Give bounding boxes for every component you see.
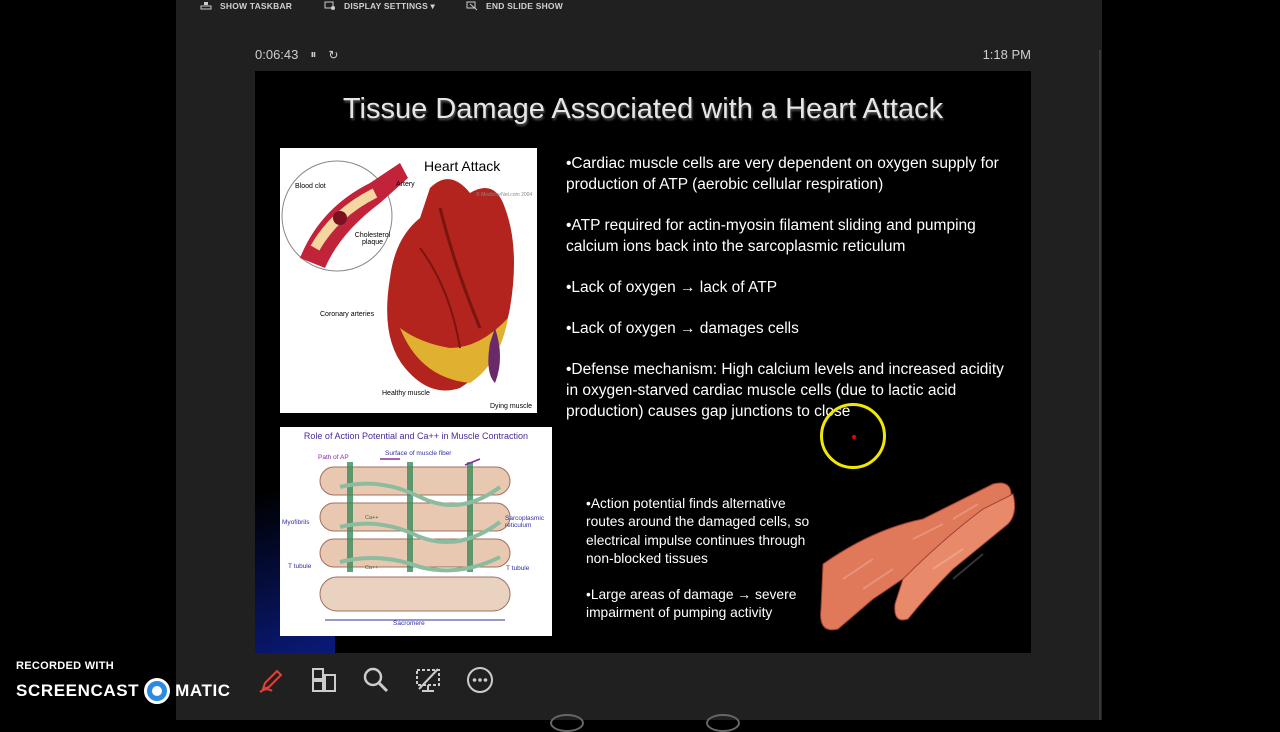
bottom-nav-partial-right[interactable] <box>706 714 740 732</box>
bottom-nav-partial-left[interactable] <box>550 714 584 732</box>
matic-text: MATIC <box>175 681 231 700</box>
healthy-muscle-label: Healthy muscle <box>382 390 430 397</box>
sarcoplasmic-label: Sarcoplasmic reticulum <box>505 515 545 529</box>
elapsed-time: 0:06:43 <box>255 47 299 62</box>
surface-label: Surface of muscle fiber <box>385 450 452 457</box>
display-settings-button[interactable]: DISPLAY SETTINGS ▾ <box>324 0 435 12</box>
bullet-damages-cells: •Lack of oxygen → damages cells <box>566 320 799 337</box>
path-of-ap-label: Path of AP <box>318 454 349 461</box>
screencastomatic-logo: SCREENCAST MATIC <box>16 678 231 704</box>
screencast-watermark: RECORDED WITH SCREENCAST MATIC <box>16 660 231 704</box>
black-screen-button[interactable] <box>411 663 445 697</box>
presenter-toolbar <box>255 660 497 700</box>
muscle-diagram-heading: Role of Action Potential and Ca++ in Mus… <box>303 431 529 441</box>
t-tubule-right-label: T tubule <box>506 565 530 572</box>
screen-icon <box>416 668 440 692</box>
zoom-button[interactable] <box>359 663 393 697</box>
bullet-atp-required: •ATP required for actin-myosin filament … <box>566 217 976 255</box>
end-slide-show-button[interactable]: END SLIDE SHOW <box>466 0 563 12</box>
screencastomatic-record-icon <box>144 678 171 704</box>
medicinenet-credit: © MedicineNet.com 2004 <box>476 192 533 198</box>
t-tubule-left-label: T tubule <box>288 563 312 570</box>
end-slide-show-label: END SLIDE SHOW <box>486 1 563 11</box>
heart-attack-illustration: Heart Attack Blood clot Artery Cholester… <box>280 148 537 413</box>
zoom-icon <box>363 667 389 693</box>
coronary-arteries-label: Coronary arteries <box>320 311 375 318</box>
taskbar-icon <box>200 2 212 10</box>
pen-icon <box>259 669 283 693</box>
see-all-slides-button[interactable] <box>307 663 341 697</box>
sub-bullet-alternative-routes: •Action potential finds alternative rout… <box>586 496 810 566</box>
slide-bullets: •Cardiac muscle cells are very dependent… <box>566 153 1006 442</box>
sacromere-label: Sacromere <box>393 620 425 627</box>
bullet-oxygen-dependence: •Cardiac muscle cells are very dependent… <box>566 155 999 193</box>
blood-clot-label: Blood clot <box>295 183 326 190</box>
muscle-contraction-diagram: Role of Action Potential and Ca++ in Mus… <box>280 427 552 636</box>
presenter-timer: 0:06:43 ⏸ ↻ <box>255 47 338 62</box>
current-time: 1:18 PM <box>982 47 1031 62</box>
display-icon <box>324 1 335 10</box>
stage-edge <box>1099 50 1101 720</box>
heart-attack-heading: Heart Attack <box>424 158 501 174</box>
end-show-icon <box>466 1 478 11</box>
pen-tool-button[interactable] <box>255 663 289 697</box>
display-settings-label: DISPLAY SETTINGS ▾ <box>344 0 435 11</box>
ca-label-1: Ca++ <box>365 515 379 521</box>
bullet-defense-mechanism: •Defense mechanism: High calcium levels … <box>566 361 1004 420</box>
sub-bullet-large-damage: •Large areas of damage → severe impairme… <box>586 587 797 621</box>
bullet-lack-atp: •Lack of oxygen → lack of ATP <box>566 279 778 296</box>
screencast-text: SCREENCAST <box>16 681 140 700</box>
show-taskbar-button[interactable]: SHOW TASKBAR <box>200 0 292 12</box>
cholesterol-plaque-label: Cholesterol plaque <box>354 232 391 246</box>
more-options-button[interactable] <box>463 663 497 697</box>
more-options-icon <box>467 667 493 693</box>
current-slide[interactable]: Tissue Damage Associated with a Heart At… <box>255 71 1031 653</box>
show-taskbar-label: SHOW TASKBAR <box>220 1 293 11</box>
cardiac-muscle-fibers-illustration <box>813 469 1018 634</box>
restart-icon[interactable]: ↻ <box>328 48 338 62</box>
slides-grid-icon <box>312 668 336 692</box>
dying-muscle-label: Dying muscle <box>490 403 533 410</box>
myofibrils-label: Myofibrils <box>282 519 310 526</box>
laser-pointer-dot <box>852 435 856 439</box>
slide-sub-bullets: •Action potential finds alternative rout… <box>586 495 816 641</box>
pause-icon[interactable]: ⏸ <box>310 47 316 62</box>
artery-label: Artery <box>396 181 415 188</box>
recorded-with-label: RECORDED WITH <box>16 660 115 672</box>
ca-label-2: Ca++ <box>365 565 379 571</box>
slide-title: Tissue Damage Associated with a Heart At… <box>342 93 944 125</box>
